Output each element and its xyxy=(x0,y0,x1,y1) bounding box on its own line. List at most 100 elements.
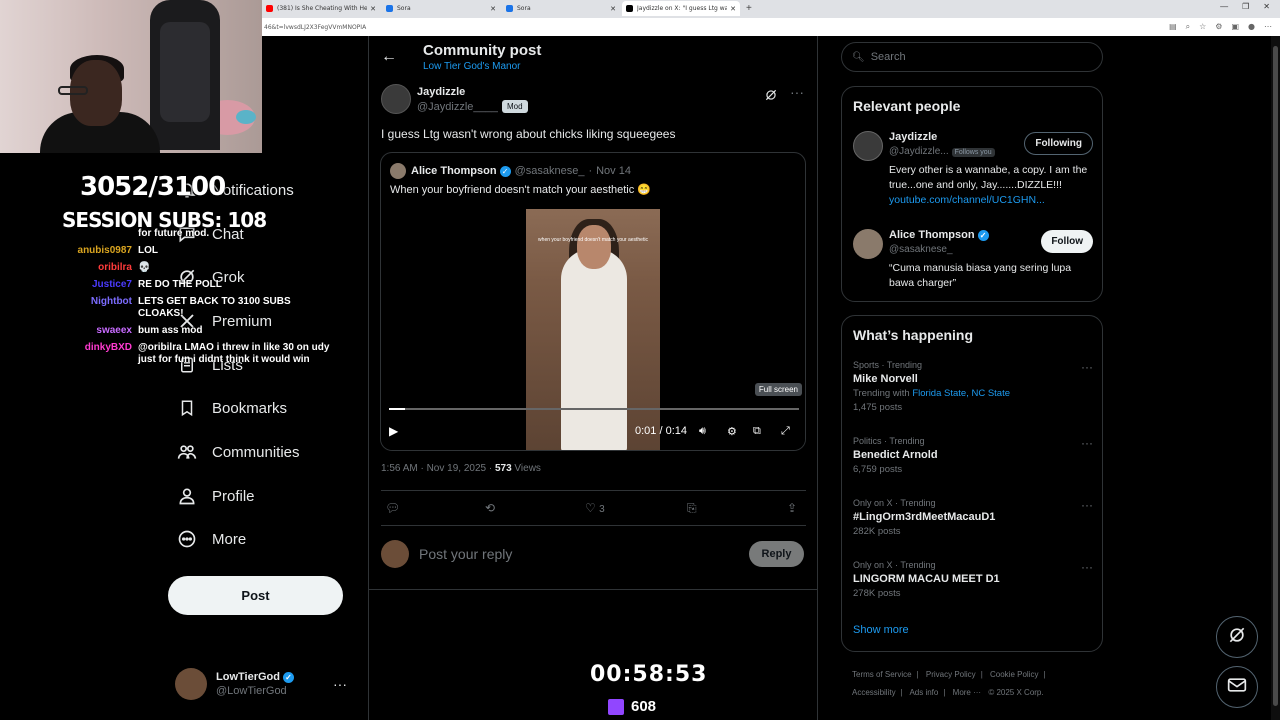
footer-link[interactable]: Privacy Policy xyxy=(926,670,976,679)
messages-fab-button[interactable] xyxy=(1216,666,1258,708)
video-player[interactable]: when your boyfriend doesn't match your a… xyxy=(381,209,805,450)
new-tab-button[interactable]: + xyxy=(746,3,752,14)
volume-icon[interactable]: 🔊︎ xyxy=(699,425,706,438)
chat-user: dinkyBXD xyxy=(84,342,132,353)
favorite-icon[interactable]: ☆ xyxy=(1199,22,1206,32)
post-button[interactable]: Post xyxy=(168,576,343,615)
show-more-link[interactable]: Show more xyxy=(853,624,909,636)
scrollbar-thumb[interactable] xyxy=(1273,46,1278,706)
pip-icon[interactable]: ⧉ xyxy=(753,425,761,438)
more-options-icon[interactable]: ··· xyxy=(1081,498,1093,512)
reader-icon[interactable]: ▤ xyxy=(1169,22,1177,32)
profile-icon[interactable]: ● xyxy=(1248,22,1255,32)
avatar[interactable] xyxy=(381,84,411,114)
settings-icon[interactable]: ⚙ xyxy=(727,425,737,438)
close-tab-icon[interactable]: ✕ xyxy=(730,5,736,13)
footer-link[interactable]: Cookie Policy xyxy=(990,670,1038,679)
footer-link[interactable]: More ··· xyxy=(953,688,981,697)
grok-icon[interactable] xyxy=(764,88,778,105)
account-switcher[interactable]: LowTierGod ✓ @LowTierGod ··· xyxy=(175,664,355,704)
extensions-icon[interactable]: ⚙ xyxy=(1215,22,1222,32)
follow-button[interactable]: Follow xyxy=(1041,230,1093,253)
browser-tab[interactable]: Sora ✕ xyxy=(382,1,500,16)
more-options-icon[interactable]: ··· xyxy=(1081,436,1093,450)
author-handle[interactable]: @Jaydizzle____ xyxy=(417,101,498,113)
collections-icon[interactable]: ▣ xyxy=(1231,22,1239,32)
close-window-icon[interactable]: ✕ xyxy=(1263,2,1270,11)
author-name[interactable]: Jaydizzle xyxy=(417,86,465,98)
repost-icon[interactable]: ⟲ xyxy=(485,501,495,515)
footer-link[interactable]: Ads info xyxy=(909,688,938,697)
close-tab-icon[interactable]: ✕ xyxy=(370,5,376,13)
bio-link[interactable]: youtube.com/channel/UC1GHN... xyxy=(889,194,1045,206)
address-bar[interactable]: 46&t=lvwsdLJ2X3FegVVmMNOPIA ▤ ⌕ ☆ ⚙ ▣ ● … xyxy=(262,18,1280,36)
reply-icon[interactable]: 💬︎ xyxy=(385,501,400,515)
nav-label: More xyxy=(212,530,247,548)
nav-profile[interactable]: Profile xyxy=(176,484,255,508)
x-favicon-icon xyxy=(626,5,633,12)
chat-user: Nightbot xyxy=(90,296,132,307)
reply-input[interactable]: Post your reply xyxy=(419,546,512,562)
person-name: Alice Thompson xyxy=(889,229,975,241)
trend-item[interactable]: Only on X · Trending LINGORM MACAU MEET … xyxy=(853,560,1093,599)
close-tab-icon[interactable]: ✕ xyxy=(610,5,616,13)
trend-posts: 1,475 posts xyxy=(853,402,903,413)
trend-with: Trending with Florida State, NC State xyxy=(853,388,1093,399)
menu-icon[interactable]: ⋯ xyxy=(1264,22,1272,32)
main-column: ← Community post Low Tier God's Manor Ja… xyxy=(368,36,818,720)
bio-text: Every other is a wannabe, a copy. I am t… xyxy=(889,164,1088,191)
quoted-post[interactable]: Alice Thompson ✓ @sasaknese_ · Nov 14 Wh… xyxy=(380,152,806,451)
back-arrow-icon[interactable]: ← xyxy=(381,48,397,66)
avatar xyxy=(381,540,409,568)
page-scrollbar[interactable] xyxy=(1271,36,1280,720)
account-handle: @LowTierGod xyxy=(216,685,287,697)
verified-badge-icon: ✓ xyxy=(977,229,989,241)
share-icon[interactable]: ⇪ xyxy=(787,501,797,515)
following-button[interactable]: Following xyxy=(1024,132,1093,155)
footer-link[interactable]: Terms of Service xyxy=(852,670,912,679)
trend-title: #LingOrm3rdMeetMacauD1 xyxy=(853,511,996,523)
nav-bookmarks[interactable]: Bookmarks xyxy=(176,396,287,420)
youtube-favicon-icon xyxy=(266,5,273,12)
fullscreen-icon[interactable]: ⤢ xyxy=(781,425,790,438)
url-text: 46&t=lvwsdLJ2X3FegVVmMNOPIA xyxy=(264,23,367,31)
account-more-icon[interactable]: ··· xyxy=(333,676,347,692)
browser-tab[interactable]: (381) Is She Cheating With Her G...✕ xyxy=(262,1,380,16)
views-count: 573 xyxy=(494,463,512,474)
close-tab-icon[interactable]: ✕ xyxy=(490,5,496,13)
bookmark-icon[interactable]: ⎘ xyxy=(687,501,697,516)
subs-goal-overlay: 3052/3100 xyxy=(80,172,226,202)
card-title: What’s happening xyxy=(853,327,974,343)
trend-item[interactable]: Sports · Trending Mike Norvell Trending … xyxy=(853,360,1093,413)
like-button[interactable]: ♡ 3 xyxy=(585,501,605,515)
chat-message: for future mod. xyxy=(40,228,330,240)
grok-fab-button[interactable] xyxy=(1216,616,1258,658)
maximize-icon[interactable]: ❐ xyxy=(1242,2,1249,11)
browser-tab-active[interactable]: Jaydizzle on X: "I guess Ltg wasn'...✕ xyxy=(622,1,740,16)
post-timestamp: 1:56 AM · Nov 19, 2025 · xyxy=(381,463,495,474)
views-label: Views xyxy=(511,463,541,474)
video-progress-bar[interactable] xyxy=(389,408,799,410)
more-options-icon[interactable]: ··· xyxy=(1081,560,1093,574)
community-link[interactable]: Low Tier God's Manor xyxy=(423,61,521,72)
chat-message: Justice7 RE DO THE POLL xyxy=(40,279,330,291)
quote-header: Alice Thompson ✓ @sasaknese_ · Nov 14 xyxy=(390,163,631,179)
reply-button[interactable]: Reply xyxy=(749,541,804,567)
trend-item[interactable]: Only on X · Trending #LingOrm3rdMeetMaca… xyxy=(853,498,1093,537)
trend-posts: 6,759 posts xyxy=(853,464,903,475)
minimize-icon[interactable]: — xyxy=(1220,2,1228,11)
trend-with-link[interactable]: Florida State, NC State xyxy=(912,388,1010,399)
nav-communities[interactable]: Communities xyxy=(176,440,300,464)
profile-icon xyxy=(176,485,198,507)
more-options-icon[interactable]: ··· xyxy=(1081,360,1093,374)
footer-link[interactable]: Accessibility xyxy=(852,688,896,697)
nav-more[interactable]: More xyxy=(176,527,246,551)
trend-item[interactable]: Politics · Trending Benedict Arnold 6,75… xyxy=(853,436,1093,475)
play-icon[interactable]: ▶ xyxy=(389,424,398,438)
browser-tab[interactable]: Sora ✕ xyxy=(502,1,620,16)
trend-category: Sports · Trending xyxy=(853,360,923,370)
search-input[interactable]: 🔍︎ Search xyxy=(841,42,1103,72)
more-options-icon[interactable]: ··· xyxy=(790,84,804,100)
zoom-icon[interactable]: ⌕ xyxy=(1186,22,1190,32)
chat-text: @oribilra LMAO i threw in like 30 on udy… xyxy=(138,342,330,365)
